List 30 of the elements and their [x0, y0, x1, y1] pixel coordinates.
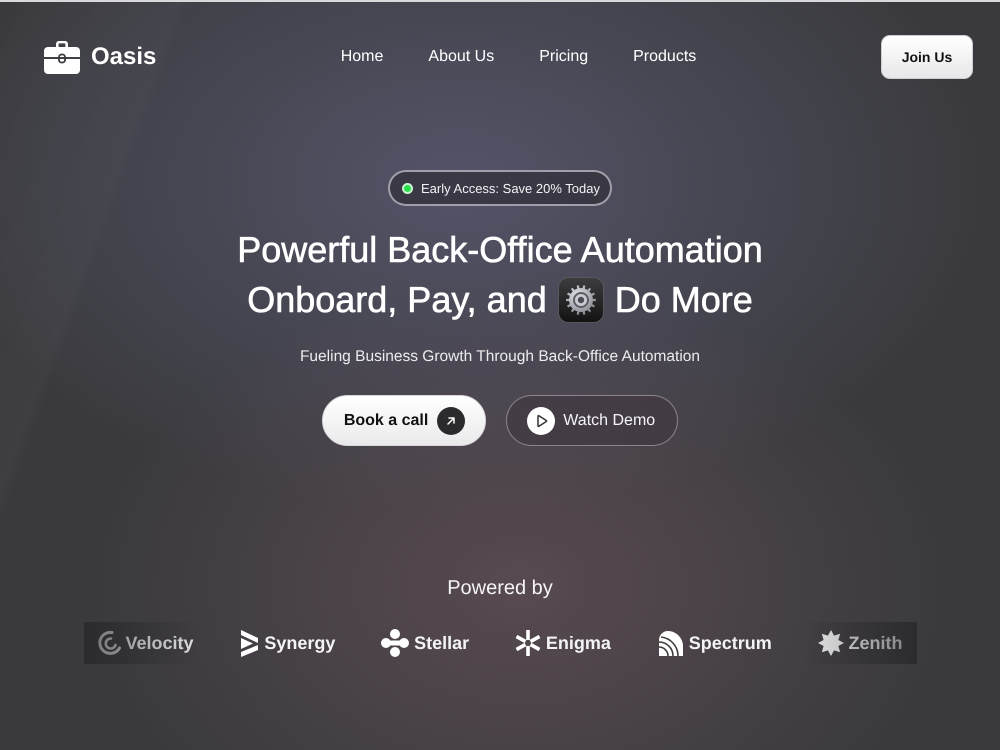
briefcase-icon: [44, 40, 80, 74]
nav-link[interactable]: Pricing: [539, 48, 588, 66]
status-dot-icon: [402, 182, 414, 194]
partner-name: Spectrum: [688, 632, 772, 654]
book-call-button[interactable]: Book a call: [322, 395, 486, 446]
partner-name: Synergy: [264, 632, 336, 654]
stripes-icon: [239, 629, 260, 657]
headline-text: Do More: [614, 278, 753, 322]
headline-text: Powerful Back-Office Automation: [237, 228, 763, 272]
watch-demo-button[interactable]: Watch Demo: [506, 395, 678, 446]
starburst-icon: [818, 630, 844, 656]
partner-name: Zenith: [848, 632, 902, 654]
powered-by-label: Powered by: [447, 576, 553, 600]
clover-icon: [381, 629, 410, 657]
headline-text: Onboard, Pay, and: [247, 278, 547, 322]
partner-name: Stellar: [414, 632, 470, 654]
badge-text: Early Access: Save 20% Today: [421, 180, 600, 196]
subtitle-text: Fueling Business Growth Through Back-Office Automation: [300, 347, 700, 367]
partner-name: Velocity: [126, 632, 194, 654]
asterisk-icon: [514, 629, 541, 657]
play-icon: [527, 406, 556, 434]
nav-link[interactable]: Products: [633, 48, 696, 66]
swirl-icon: [96, 630, 120, 656]
nav-link[interactable]: Home: [340, 48, 384, 66]
fan-icon: [656, 630, 684, 656]
nav-link[interactable]: About Us: [428, 48, 494, 66]
partner-name: Enigma: [546, 632, 611, 654]
join-button[interactable]: Join Us: [881, 35, 973, 79]
brand-name: Oasis: [91, 43, 156, 71]
gear-icon: [558, 277, 604, 323]
